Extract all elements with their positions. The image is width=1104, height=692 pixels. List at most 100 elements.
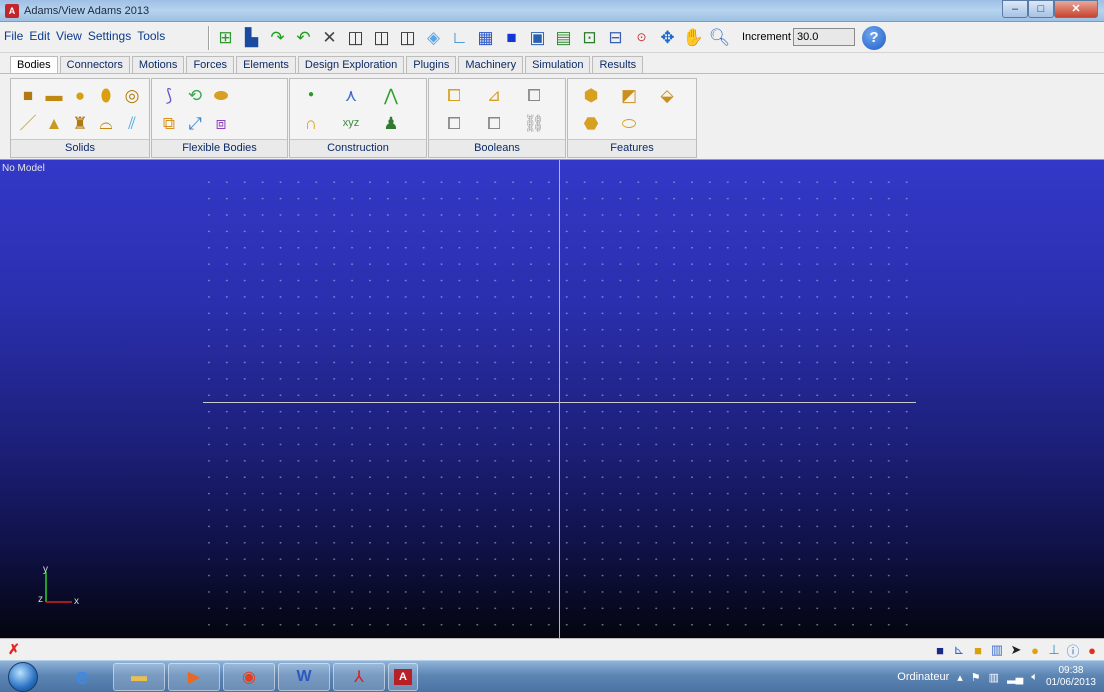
swap-flex-icon[interactable]: ⧉ bbox=[158, 111, 180, 135]
cylinder-icon[interactable]: ▬ bbox=[43, 83, 65, 107]
create-body-icon[interactable]: ♟ bbox=[380, 111, 402, 135]
adams-icon[interactable]: A bbox=[388, 663, 418, 691]
split-icon[interactable]: ⧠ bbox=[483, 111, 505, 135]
beam-icon[interactable]: ⬬ bbox=[210, 83, 232, 107]
render-icon[interactable]: ◈ bbox=[422, 25, 445, 49]
frustum-icon[interactable]: ⬮ bbox=[95, 83, 117, 107]
intersect-icon[interactable]: ⧠ bbox=[523, 83, 545, 107]
zoom-lens-icon[interactable]: 🔍︎ bbox=[708, 25, 731, 49]
tab-elements[interactable]: Elements bbox=[236, 56, 296, 74]
media-player-icon[interactable]: ▶ bbox=[168, 663, 220, 691]
info-circle-icon[interactable]: ⓘ bbox=[1065, 642, 1081, 659]
volume-icon[interactable]: 🔈︎ bbox=[1031, 671, 1038, 684]
chevron-up-icon[interactable]: ▴ bbox=[957, 671, 963, 684]
acrobat-icon[interactable]: ⅄ bbox=[333, 663, 385, 691]
save-icon[interactable]: ▙ bbox=[240, 25, 263, 49]
maximize-button[interactable]: □ bbox=[1028, 0, 1054, 18]
chain-icon[interactable]: ⛓ bbox=[523, 111, 545, 135]
info-icon[interactable]: ■ bbox=[970, 642, 986, 658]
marker-icon[interactable]: ⋏ bbox=[340, 83, 362, 107]
tab-machinery[interactable]: Machinery bbox=[458, 56, 524, 74]
center-icon[interactable]: ⊟ bbox=[604, 25, 627, 49]
grid-icon[interactable]: ▦ bbox=[474, 25, 497, 49]
plate-icon[interactable]: ♜ bbox=[69, 111, 91, 135]
redo-icon[interactable]: ↷ bbox=[266, 25, 289, 49]
box-icon[interactable]: ■ bbox=[17, 83, 39, 107]
internet-explorer-icon[interactable]: e bbox=[56, 663, 108, 691]
tray-toolbar-label[interactable]: Ordinateur bbox=[897, 671, 949, 683]
union-icon[interactable]: ⧠ bbox=[443, 83, 465, 107]
clock[interactable]: 09:38 01/06/2013 bbox=[1046, 665, 1096, 689]
close-button[interactable]: ✕ bbox=[1054, 0, 1098, 18]
tab-design-exploration[interactable]: Design Exploration bbox=[297, 56, 405, 74]
word-icon[interactable]: W bbox=[278, 663, 330, 691]
polyline-icon[interactable]: ⋀ bbox=[380, 83, 402, 107]
chamfer-icon[interactable]: ⬢ bbox=[580, 83, 602, 107]
color-icon[interactable]: ■ bbox=[932, 642, 948, 658]
view-flex-icon[interactable]: ⧈ bbox=[210, 111, 232, 135]
spline-icon[interactable]: xyz bbox=[340, 111, 362, 135]
discrete-flex-icon[interactable]: ⟲ bbox=[184, 83, 206, 107]
polyline-icon[interactable]: ⫽ bbox=[121, 111, 143, 135]
top-view-icon[interactable]: ◫ bbox=[396, 25, 419, 49]
tab-forces[interactable]: Forces bbox=[186, 56, 235, 74]
shade-icon[interactable]: ■ bbox=[500, 25, 523, 49]
menu-edit[interactable]: Edit bbox=[29, 29, 50, 43]
tree-icon[interactable]: ⊥ bbox=[1046, 642, 1062, 658]
point-icon[interactable]: ● bbox=[300, 83, 322, 107]
action-center-icon[interactable]: ⚑ bbox=[971, 671, 981, 684]
extrusion-icon[interactable]: ▲ bbox=[43, 111, 65, 135]
fit-icon[interactable]: ▤ bbox=[552, 25, 575, 49]
undo-icon[interactable]: ↶ bbox=[292, 25, 315, 49]
merge-icon[interactable]: ⊿ bbox=[483, 83, 505, 107]
boss-icon[interactable]: ⬭ bbox=[618, 111, 640, 135]
group-label-flexible-bodies: Flexible Bodies bbox=[152, 139, 287, 157]
network-icon[interactable]: ▥ bbox=[989, 671, 999, 684]
sphere-icon[interactable]: ● bbox=[69, 83, 91, 107]
tab-simulation[interactable]: Simulation bbox=[525, 56, 591, 74]
window-icon[interactable]: ▣ bbox=[526, 25, 549, 49]
menu-tools[interactable]: Tools bbox=[137, 29, 165, 43]
help-icon[interactable]: ? bbox=[862, 26, 886, 50]
link-icon[interactable]: ／ bbox=[17, 111, 39, 135]
pan-hand-icon[interactable]: ✥ bbox=[656, 25, 679, 49]
flex-link-icon[interactable]: ⤢ bbox=[184, 111, 206, 135]
chrome-icon[interactable]: ◉ bbox=[223, 663, 275, 691]
cut-icon[interactable]: ⧠ bbox=[443, 111, 465, 135]
select-icon[interactable]: ✕ bbox=[318, 25, 341, 49]
revolution-icon[interactable]: ⌓ bbox=[95, 111, 117, 135]
translate-icon[interactable]: ⊙ bbox=[630, 25, 653, 49]
hole-icon[interactable]: ⬣ bbox=[580, 111, 602, 135]
minimize-button[interactable]: – bbox=[1002, 0, 1028, 18]
hollow-icon[interactable]: ⬙ bbox=[656, 83, 678, 107]
menu-view[interactable]: View bbox=[56, 29, 82, 43]
tab-motions[interactable]: Motions bbox=[131, 56, 185, 74]
arrow-icon[interactable]: ➤ bbox=[1008, 642, 1024, 658]
shell-icon[interactable]: ⊾ bbox=[951, 642, 967, 658]
blend-icon[interactable]: ◩ bbox=[618, 83, 640, 107]
menu-settings[interactable]: Settings bbox=[88, 29, 131, 43]
menu-file[interactable]: File bbox=[4, 29, 23, 43]
zoom-box-icon[interactable]: ⊡ bbox=[578, 25, 601, 49]
flex-body-icon[interactable]: ⟆ bbox=[158, 83, 180, 107]
increment-input[interactable] bbox=[793, 28, 855, 46]
modeling-viewport[interactable]: No Model y z x bbox=[0, 160, 1104, 638]
front-view-icon[interactable]: ◫ bbox=[370, 25, 393, 49]
tab-plugins[interactable]: Plugins bbox=[406, 56, 457, 74]
cancel-icon[interactable]: ✗ bbox=[8, 641, 20, 658]
signal-icon[interactable]: ▂▄ bbox=[1007, 671, 1023, 684]
arc-icon[interactable]: ∩ bbox=[300, 111, 322, 135]
stop-icon[interactable]: ● bbox=[1084, 642, 1100, 658]
tab-connectors[interactable]: Connectors bbox=[59, 56, 130, 74]
start-button[interactable] bbox=[8, 662, 38, 692]
clock-time: 09:38 bbox=[1058, 665, 1084, 676]
file-explorer-icon[interactable]: ▬ bbox=[113, 663, 165, 691]
torus-icon[interactable]: ◎ bbox=[121, 83, 143, 107]
tab-results[interactable]: Results bbox=[592, 56, 644, 74]
axes-icon[interactable]: ∟ bbox=[448, 25, 471, 49]
iso-view-icon[interactable]: ◫ bbox=[344, 25, 367, 49]
table-icon[interactable]: ▥ bbox=[989, 642, 1005, 658]
sphere-render-icon[interactable]: ● bbox=[1027, 642, 1043, 658]
zoom-icon[interactable]: ✋ bbox=[682, 25, 705, 49]
import-icon[interactable]: ⊞ bbox=[214, 25, 237, 49]
